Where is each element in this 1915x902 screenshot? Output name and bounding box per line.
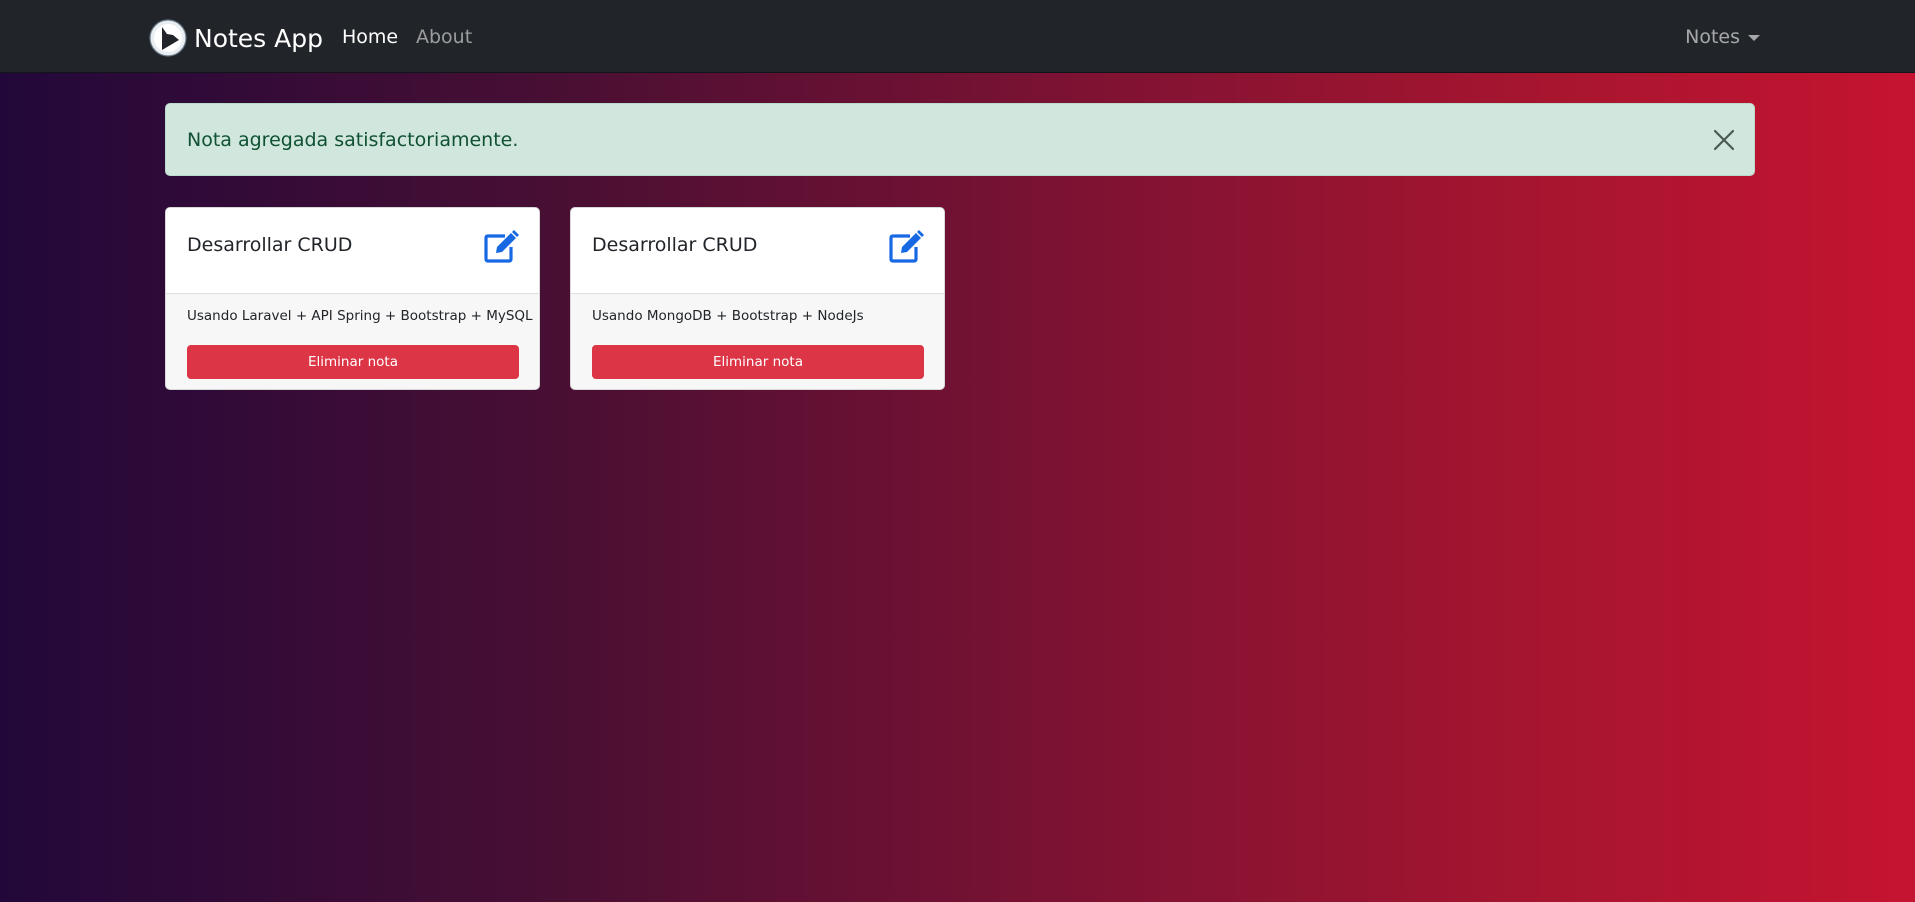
navbar: Notes App Home About Notes bbox=[0, 0, 1915, 73]
note-description: Usando Laravel + API Spring + Bootstrap … bbox=[187, 308, 533, 324]
nav-link-home[interactable]: Home bbox=[342, 26, 398, 48]
caret-down-icon bbox=[1748, 35, 1760, 41]
note-card: Desarrollar CRUD Usando Laravel + API Sp… bbox=[165, 207, 540, 390]
brand-name: Notes App bbox=[194, 23, 323, 53]
note-card-header: Desarrollar CRUD bbox=[166, 208, 539, 294]
notes-dropdown-label: Notes bbox=[1685, 26, 1740, 48]
app-logo-icon bbox=[149, 19, 187, 57]
brand-link[interactable]: Notes App bbox=[149, 18, 323, 58]
nav-link-about[interactable]: About bbox=[416, 26, 472, 48]
note-card: Desarrollar CRUD Usando MongoDB + Bootst… bbox=[570, 207, 945, 390]
delete-note-button[interactable]: Eliminar nota bbox=[187, 345, 519, 379]
note-description: Usando MongoDB + Bootstrap + NodeJs bbox=[592, 308, 864, 324]
edit-icon[interactable] bbox=[483, 230, 519, 264]
delete-note-button[interactable]: Eliminar nota bbox=[592, 345, 924, 379]
alert-message: Nota agregada satisfactoriamente. bbox=[187, 129, 519, 151]
notes-dropdown[interactable]: Notes bbox=[1685, 26, 1760, 48]
note-title: Desarrollar CRUD bbox=[592, 234, 758, 256]
note-card-header: Desarrollar CRUD bbox=[571, 208, 944, 294]
close-icon[interactable] bbox=[1712, 128, 1736, 152]
note-title: Desarrollar CRUD bbox=[187, 234, 353, 256]
success-alert: Nota agregada satisfactoriamente. bbox=[165, 103, 1755, 176]
edit-icon[interactable] bbox=[888, 230, 924, 264]
